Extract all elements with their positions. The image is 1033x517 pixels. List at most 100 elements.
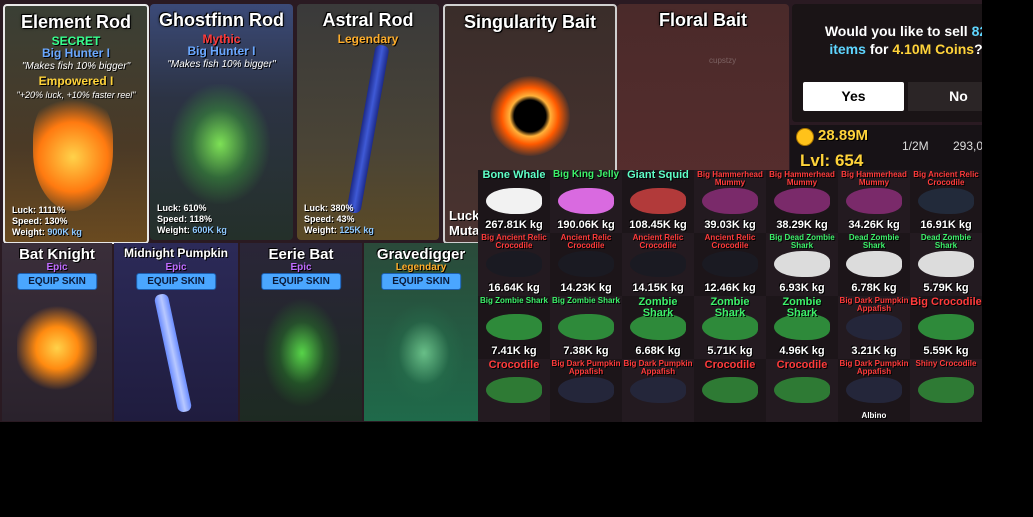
fish-item[interactable]: Big Dark Pumpkin Appafish 3.21K kg [838, 296, 910, 359]
fish-icon [774, 251, 830, 277]
bait-name: Floral Bait [658, 10, 747, 30]
equip-skin-button[interactable]: EQUIP SKIN [381, 273, 461, 290]
fish-item[interactable]: Ancient Relic Crocodile 12.46K kg [694, 233, 766, 296]
fish-name: Ancient Relic Crocodile [560, 233, 612, 250]
fish-name: Big Ancient Relic Crocodile [913, 170, 979, 187]
skin-card-eerie-bat[interactable]: Eerie Bat Epic EQUIP SKIN [240, 243, 362, 421]
fish-weight: 14.23K kg [560, 282, 612, 294]
fish-item[interactable]: Shiny Crocodile [910, 359, 982, 422]
no-button[interactable]: No [908, 82, 982, 111]
rod-speed: Speed: 118% [157, 214, 213, 224]
fish-name: Crocodile [704, 359, 756, 371]
skin-rarity: Epic [46, 262, 68, 273]
rod-enchant: Big Hunter I [187, 44, 256, 58]
fish-item[interactable]: Crocodile [766, 359, 838, 422]
fish-name: Bone Whale [482, 170, 546, 181]
fish-item[interactable]: Ancient Relic Crocodile 14.23K kg [550, 233, 622, 296]
rod-rarity: Legendary [337, 32, 399, 46]
bait-name: Singularity Bait [463, 12, 597, 32]
fish-icon [558, 251, 614, 277]
fish-item[interactable]: Crocodile [478, 359, 550, 422]
fish-name: Big Dark Pumpkin Appafish [551, 359, 621, 376]
fish-item[interactable]: Big Dark Pumpkin Appafish [550, 359, 622, 422]
fish-name: Crocodile [776, 359, 828, 371]
fish-name: Dead Zombie Shark [920, 233, 972, 250]
fish-item[interactable]: Giant Squid 108.45K kg [622, 170, 694, 233]
yes-button[interactable]: Yes [803, 82, 904, 111]
fish-name: Ancient Relic Crocodile [632, 233, 684, 250]
coin-icon [796, 128, 814, 146]
fish-icon [486, 251, 542, 277]
xp-value: 293,034 [953, 139, 982, 153]
skin-art [153, 292, 193, 414]
fish-name: Dead Zombie Shark [848, 233, 900, 250]
fish-item[interactable]: Big Hammerhead Mummy 39.03K kg [694, 170, 766, 233]
skin-card-midnight-pumpkin[interactable]: Midnight Pumpkin Epic EQUIP SKIN [114, 243, 238, 421]
fish-weight: 38.29K kg [776, 219, 828, 231]
fish-item[interactable]: Big Zombie Shark 7.41K kg [478, 296, 550, 359]
fish-item[interactable]: Big Ancient Relic Crocodile 16.91K kg [910, 170, 982, 233]
rod-stats: Luck: 380% Speed: 43% Weight: 125K kg [304, 203, 374, 236]
rod-enchant-desc: "Makes fish 10% bigger" [21, 61, 131, 72]
fish-weight: 6.78K kg [851, 282, 897, 294]
fish-icon [630, 251, 686, 277]
fish-item[interactable]: Big Hammerhead Mummy 38.29K kg [766, 170, 838, 233]
fish-name: Big Dark Pumpkin Appafish [839, 296, 909, 313]
fish-weight: 34.26K kg [848, 219, 900, 231]
rod-card-astral[interactable]: Astral Rod Legendary Luck: 380% Speed: 4… [297, 4, 439, 240]
rod-card-element[interactable]: Element Rod SECRET Big Hunter I "Makes f… [3, 4, 149, 244]
rod-art [170, 84, 270, 204]
bait-mutation: Muta [449, 223, 480, 238]
skin-name: Midnight Pumpkin [124, 246, 228, 260]
fish-item[interactable]: Big Dead Zombie Shark 6.93K kg [766, 233, 838, 296]
fish-name: Giant Squid [627, 170, 689, 181]
fish-item[interactable]: Zombie Shark 6.68K kg [622, 296, 694, 359]
fish-weight: 6.68K kg [635, 345, 681, 357]
fish-icon [846, 188, 902, 214]
rod-weight-label: Weight: [12, 227, 45, 237]
skin-art [384, 303, 464, 403]
fish-name: Big Dead Zombie Shark [769, 233, 835, 250]
rod-art [346, 44, 390, 214]
fish-item[interactable]: Big Hammerhead Mummy 34.26K kg [838, 170, 910, 233]
blackhole-art [490, 76, 570, 156]
fish-icon [486, 314, 542, 340]
fish-item[interactable]: Big Crocodile 5.59K kg [910, 296, 982, 359]
fish-item[interactable]: Big Zombie Shark 7.38K kg [550, 296, 622, 359]
fish-item[interactable]: Bone Whale 267.81K kg [478, 170, 550, 233]
fish-item[interactable]: Crocodile [694, 359, 766, 422]
fish-item[interactable]: Zombie Shark 5.71K kg [694, 296, 766, 359]
rod-stats: Luck: 610% Speed: 118% Weight: 600K kg [157, 203, 227, 236]
fish-item[interactable]: Big Dark Pumpkin Appafish Albino [838, 359, 910, 422]
fish-item[interactable]: Dead Zombie Shark 6.78K kg [838, 233, 910, 296]
skin-card-gravedigger[interactable]: Gravedigger Legendary EQUIP SKIN [364, 243, 478, 421]
fish-item[interactable]: Big King Jelly 190.06K kg [550, 170, 622, 233]
fish-name: Big Dark Pumpkin Appafish [623, 359, 693, 376]
equip-skin-button[interactable]: EQUIP SKIN [136, 273, 216, 290]
skin-art [262, 298, 342, 408]
fish-icon [918, 188, 974, 214]
fish-item[interactable]: Dead Zombie Shark 5.79K kg [910, 233, 982, 296]
fish-icon [558, 314, 614, 340]
rod-weight-label: Weight: [304, 225, 337, 235]
rod-card-ghostfinn[interactable]: Ghostfinn Rod Mythic Big Hunter I "Makes… [150, 4, 293, 240]
fish-item[interactable]: Big Dark Pumpkin Appafish [622, 359, 694, 422]
fish-weight: 16.64K kg [488, 282, 540, 294]
skin-card-bat-knight[interactable]: Bat Knight Epic EQUIP SKIN [2, 243, 112, 421]
fish-icon [846, 251, 902, 277]
fish-item[interactable]: Zombie Shark 4.96K kg [766, 296, 838, 359]
player-level: Lvl: 654 [800, 151, 864, 170]
fish-name: Ancient Relic Crocodile [704, 233, 756, 250]
skin-name: Bat Knight [19, 246, 95, 263]
equip-skin-button[interactable]: EQUIP SKIN [17, 273, 97, 290]
sell-dialog: Would you like to sell 82 items for 4.10… [792, 4, 982, 122]
fish-weight: 108.45K kg [629, 219, 687, 231]
fish-icon [918, 377, 974, 403]
fish-icon [486, 188, 542, 214]
fish-item[interactable]: Big Ancient Relic Crocodile 16.64K kg [478, 233, 550, 296]
fish-icon [558, 188, 614, 214]
equip-skin-button[interactable]: EQUIP SKIN [261, 273, 341, 290]
rod-weight-label: Weight: [157, 225, 190, 235]
coin-balance: 28.89M [818, 127, 869, 144]
fish-item[interactable]: Ancient Relic Crocodile 14.15K kg [622, 233, 694, 296]
